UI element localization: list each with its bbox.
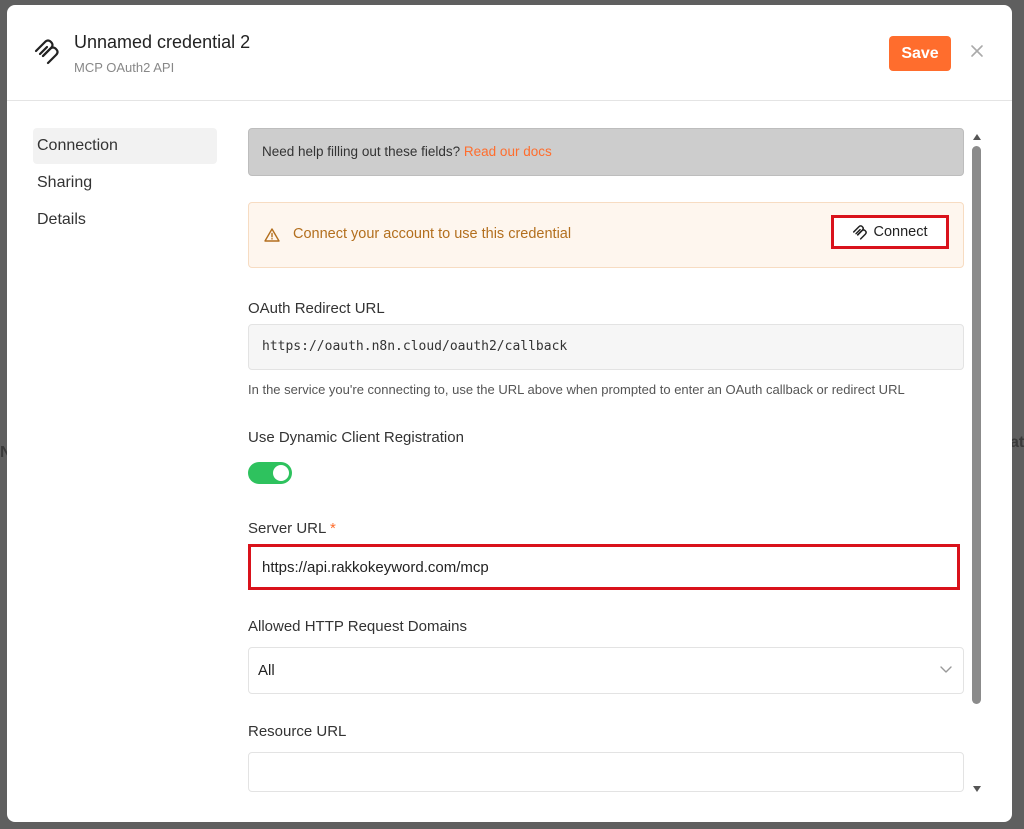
scroll-thumb[interactable]	[972, 146, 981, 704]
sidebar-item-connection[interactable]: Connection	[33, 128, 217, 164]
help-text: Need help filling out these fields?	[262, 144, 461, 159]
resource-url-label: Resource URL	[248, 723, 347, 740]
modal-header: Unnamed credential 2 MCP OAuth2 API Save	[7, 5, 1012, 101]
page-title: Unnamed credential 2	[74, 32, 251, 52]
mcp-logo-icon	[853, 224, 868, 240]
sidebar: Connection Sharing Details	[33, 128, 217, 239]
allowed-domains-label: Allowed HTTP Request Domains	[248, 618, 467, 635]
close-icon[interactable]	[967, 41, 987, 61]
sidebar-item-sharing[interactable]: Sharing	[33, 165, 217, 201]
allowed-domains-select[interactable]: All	[248, 647, 964, 694]
credential-modal: Unnamed credential 2 MCP OAuth2 API Save…	[7, 5, 1012, 822]
server-url-input[interactable]	[248, 544, 960, 590]
server-url-label-text: Server URL	[248, 520, 326, 537]
resource-url-input[interactable]	[248, 752, 964, 792]
save-button[interactable]: Save	[889, 36, 951, 71]
required-marker: *	[329, 520, 336, 537]
redirect-url-hint: In the service you're connecting to, use…	[248, 382, 905, 397]
connect-button-label: Connect	[873, 224, 928, 240]
chevron-down-icon	[940, 666, 952, 673]
redirect-url-field[interactable]: https://oauth.n8n.cloud/oauth2/callback	[248, 324, 964, 370]
scrollbar[interactable]	[969, 128, 985, 798]
scroll-down-icon[interactable]	[972, 785, 982, 793]
allowed-domains-value: All	[258, 662, 275, 679]
mcp-logo-icon	[34, 39, 59, 65]
connect-button[interactable]: Connect	[831, 215, 949, 249]
server-url-label: Server URL *	[248, 520, 336, 537]
dcr-toggle[interactable]	[248, 462, 292, 484]
redirect-url-label: OAuth Redirect URL	[248, 300, 385, 317]
docs-link[interactable]: Read our docs	[464, 144, 552, 159]
background-text: ata	[1010, 434, 1024, 451]
scroll-up-icon[interactable]	[972, 133, 982, 141]
dcr-label: Use Dynamic Client Registration	[248, 429, 464, 446]
connect-banner: Connect your account to use this credent…	[248, 202, 964, 268]
connection-panel: Need help filling out these fields? Read…	[248, 128, 964, 822]
warning-icon	[264, 228, 280, 242]
help-notice: Need help filling out these fields? Read…	[248, 128, 964, 176]
toggle-knob	[273, 465, 289, 481]
sidebar-item-details[interactable]: Details	[33, 202, 217, 238]
credential-type: MCP OAuth2 API	[74, 60, 175, 75]
connect-message: Connect your account to use this credent…	[293, 226, 572, 242]
